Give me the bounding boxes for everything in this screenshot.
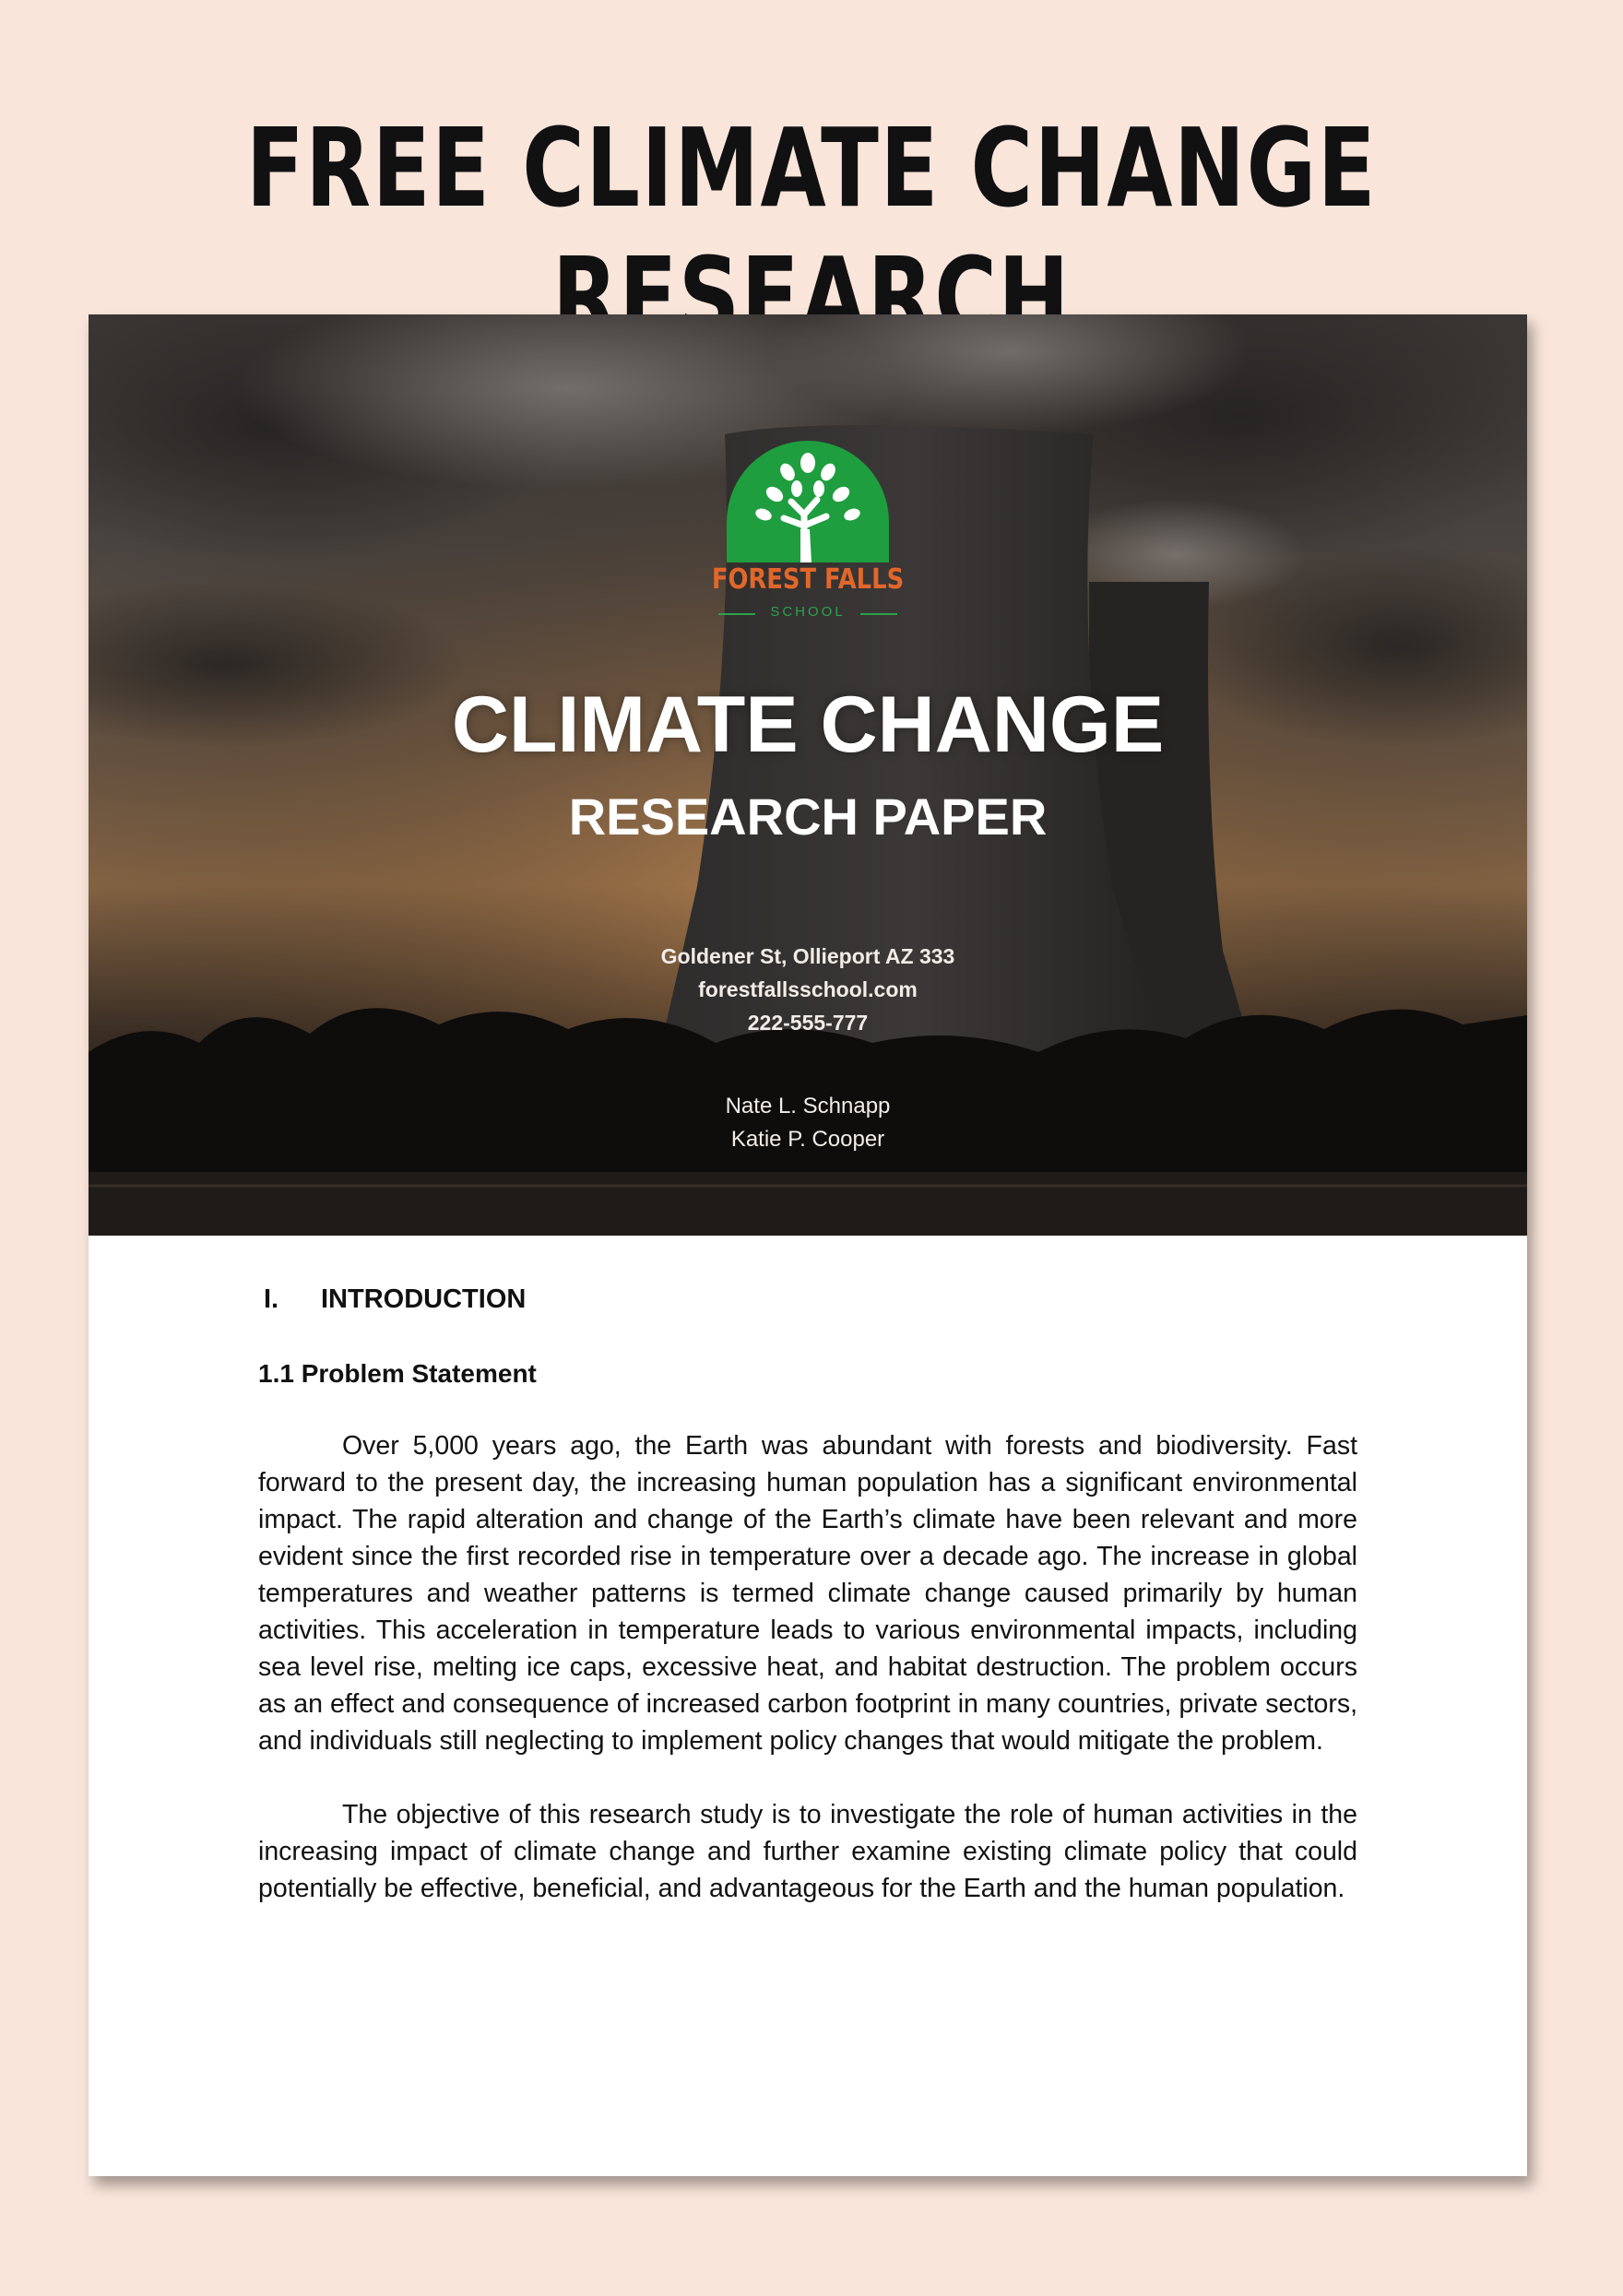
cover-subtitle: RESEARCH PAPER bbox=[568, 787, 1048, 846]
logo-subtext: SCHOOL bbox=[770, 604, 846, 620]
subsection-heading: 1.1 Problem Statement bbox=[258, 1359, 537, 1388]
section-heading: I. INTRODUCTION bbox=[264, 1283, 1357, 1316]
cover-section: FOREST FALLS SCHOOL CLIMATE CHANGE RESEA… bbox=[89, 314, 1527, 1236]
contact-website: forestfallsschool.com bbox=[698, 977, 918, 1001]
contact-block: Goldener St, Ollieport AZ 333 forestfall… bbox=[89, 940, 1527, 1039]
section-number: I. bbox=[264, 1284, 279, 1314]
contact-address: Goldener St, Ollieport AZ 333 bbox=[660, 944, 955, 968]
body-paragraph: Over 5,000 years ago, the Earth was abun… bbox=[258, 1431, 1357, 1756]
author-name: Nate L. Schnapp bbox=[725, 1094, 891, 1118]
logo-divider-right bbox=[860, 613, 897, 615]
document-body: I. INTRODUCTION 1.1 Problem Statement Ove… bbox=[258, 1283, 1357, 1944]
cover-title: CLIMATE CHANGE bbox=[451, 681, 1165, 769]
authors-block: Nate L. Schnapp Katie P. Cooper bbox=[89, 1090, 1527, 1156]
forest-falls-logo-icon bbox=[727, 441, 889, 562]
body-paragraph: The objective of this research study is … bbox=[258, 1800, 1357, 1903]
section-title: INTRODUCTION bbox=[321, 1284, 527, 1314]
document-page: FOREST FALLS SCHOOL CLIMATE CHANGE RESEA… bbox=[89, 314, 1527, 2176]
author-name: Katie P. Cooper bbox=[730, 1127, 885, 1152]
logo-wordmark: FOREST FALLS bbox=[711, 563, 905, 596]
contact-phone: 222-555-777 bbox=[747, 1011, 869, 1035]
